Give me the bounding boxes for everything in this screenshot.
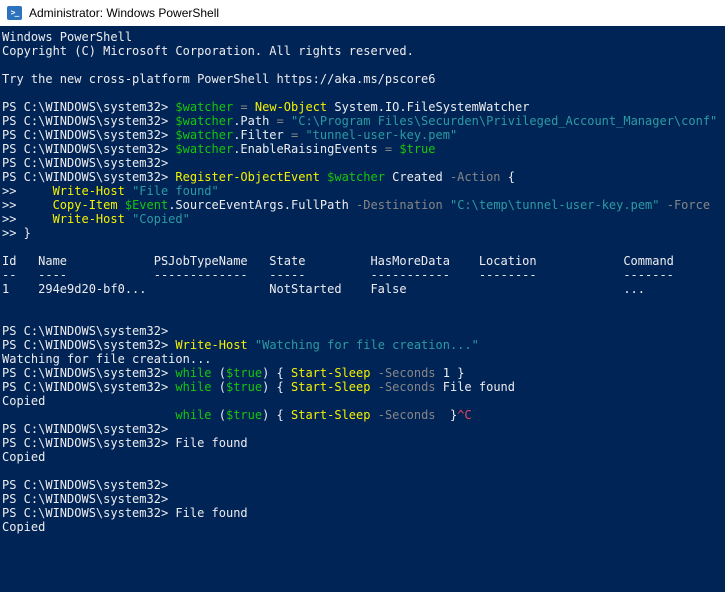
terminal-line [2, 310, 725, 324]
terminal-line: PS C:\WINDOWS\system32> $watcher = New-O… [2, 100, 725, 114]
terminal-line: Copied [2, 394, 725, 408]
terminal-line: while ($true) { Start-Sleep -Seconds }^C [2, 408, 725, 422]
terminal-line [2, 464, 725, 478]
terminal-line [2, 86, 725, 100]
terminal-line: PS C:\WINDOWS\system32> [2, 422, 725, 436]
terminal-line: PS C:\WINDOWS\system32> File found [2, 436, 725, 450]
terminal-line [2, 296, 725, 310]
terminal-line: Copied [2, 520, 725, 534]
terminal-line: PS C:\WINDOWS\system32> Register-ObjectE… [2, 170, 725, 184]
terminal-line: PS C:\WINDOWS\system32> $watcher.Path = … [2, 114, 725, 128]
terminal-line: PS C:\WINDOWS\system32> [2, 492, 725, 506]
terminal-line: Copied [2, 450, 725, 464]
terminal-line: PS C:\WINDOWS\system32> [2, 478, 725, 492]
window-title: Administrator: Windows PowerShell [29, 6, 219, 20]
titlebar: >_ Administrator: Windows PowerShell [0, 0, 725, 26]
terminal-line: Copyright (C) Microsoft Corporation. All… [2, 44, 725, 58]
terminal-line: PS C:\WINDOWS\system32> $watcher.Filter … [2, 128, 725, 142]
terminal-output[interactable]: Windows PowerShellCopyright (C) Microsof… [0, 26, 725, 592]
terminal-line: >> } [2, 226, 725, 240]
terminal-line: PS C:\WINDOWS\system32> while ($true) { … [2, 380, 725, 394]
terminal-line: PS C:\WINDOWS\system32> while ($true) { … [2, 366, 725, 380]
terminal-line: Windows PowerShell [2, 30, 725, 44]
terminal-line: >> Write-Host "Copied" [2, 212, 725, 226]
terminal-line: Id Name PSJobTypeName State HasMoreData … [2, 254, 725, 268]
powershell-window: >_ Administrator: Windows PowerShell Win… [0, 0, 725, 592]
terminal-line: Try the new cross-platform PowerShell ht… [2, 72, 725, 86]
terminal-line: PS C:\WINDOWS\system32> $watcher.EnableR… [2, 142, 725, 156]
terminal-line: -- ---- ------------- ----- ----------- … [2, 268, 725, 282]
powershell-icon: >_ [7, 6, 22, 20]
terminal-line: PS C:\WINDOWS\system32> [2, 324, 725, 338]
terminal-line: Watching for file creation... [2, 352, 725, 366]
terminal-line: PS C:\WINDOWS\system32> Write-Host "Watc… [2, 338, 725, 352]
terminal-line: PS C:\WINDOWS\system32> [2, 156, 725, 170]
terminal-line [2, 58, 725, 72]
terminal-line: PS C:\WINDOWS\system32> File found [2, 506, 725, 520]
terminal-line: 1 294e9d20-bf0... NotStarted False ... [2, 282, 725, 296]
terminal-line [2, 240, 725, 254]
terminal-line: >> Copy-Item $Event.SourceEventArgs.Full… [2, 198, 725, 212]
terminal-line: >> Write-Host "File found" [2, 184, 725, 198]
